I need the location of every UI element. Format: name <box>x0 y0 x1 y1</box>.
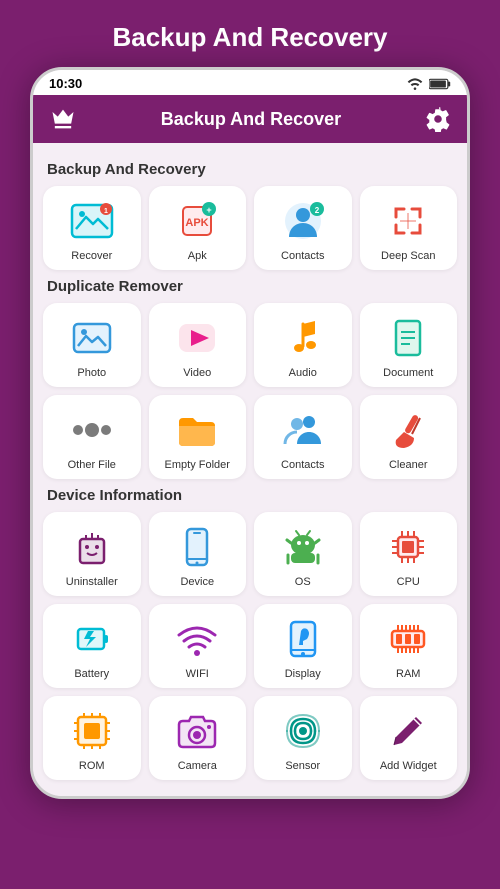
video-label: Video <box>183 367 211 379</box>
card-audio[interactable]: Audio <box>254 303 352 387</box>
battery-icon <box>69 616 115 662</box>
device-icon <box>174 524 220 570</box>
card-document[interactable]: Document <box>360 303 458 387</box>
card-os[interactable]: OS <box>254 512 352 596</box>
recover-icon: 1 <box>69 198 115 244</box>
section-label-duplicate: Duplicate Remover <box>47 278 453 295</box>
document-label: Document <box>383 367 433 379</box>
video-icon <box>174 315 220 361</box>
contacts2-icon <box>280 407 326 453</box>
card-add-widget[interactable]: Add Widget <box>360 696 458 780</box>
display-label: Display <box>285 668 321 680</box>
card-deep-scan[interactable]: Deep Scan <box>360 186 458 270</box>
section-device-info: Device Information <box>43 487 457 780</box>
audio-label: Audio <box>289 367 317 379</box>
cpu-icon <box>385 524 431 570</box>
card-uninstaller[interactable]: Uninstaller <box>43 512 141 596</box>
empty-folder-label: Empty Folder <box>165 459 230 471</box>
card-empty-folder[interactable]: Empty Folder <box>149 395 247 479</box>
svg-text:+: + <box>207 205 212 215</box>
card-display[interactable]: Display <box>254 604 352 688</box>
deep-scan-icon <box>385 198 431 244</box>
card-battery[interactable]: Battery <box>43 604 141 688</box>
card-cpu[interactable]: CPU <box>360 512 458 596</box>
battery-status-icon <box>429 78 451 90</box>
uninstaller-icon <box>69 524 115 570</box>
section-duplicate-remover: Duplicate Remover Photo <box>43 278 457 479</box>
section-label-device: Device Information <box>47 487 453 504</box>
os-icon <box>280 524 326 570</box>
rom-label: ROM <box>79 760 105 772</box>
empty-folder-icon <box>174 407 220 453</box>
card-other-file[interactable]: Other File <box>43 395 141 479</box>
photo-label: Photo <box>77 367 106 379</box>
card-apk[interactable]: APK + Apk <box>149 186 247 270</box>
sensor-label: Sensor <box>285 760 320 772</box>
photo-icon <box>69 315 115 361</box>
app-header: Backup And Recover <box>33 95 467 143</box>
card-photo[interactable]: Photo <box>43 303 141 387</box>
wifi-label: WIFI <box>186 668 209 680</box>
other-file-icon <box>69 407 115 453</box>
audio-icon <box>280 315 326 361</box>
gear-icon[interactable] <box>425 106 451 132</box>
crown-icon <box>49 105 77 133</box>
cpu-label: CPU <box>397 576 420 588</box>
card-contacts2[interactable]: Contacts <box>254 395 352 479</box>
ram-label: RAM <box>396 668 420 680</box>
status-icons <box>407 78 451 90</box>
wifi-icon <box>174 616 220 662</box>
card-wifi[interactable]: WIFI <box>149 604 247 688</box>
add-widget-label: Add Widget <box>380 760 437 772</box>
contacts-icon: 2 <box>280 198 326 244</box>
card-sensor[interactable]: Sensor <box>254 696 352 780</box>
svg-text:1: 1 <box>104 208 108 215</box>
wifi-status-icon <box>407 78 423 90</box>
contacts-label: Contacts <box>281 250 324 262</box>
svg-text:APK: APK <box>186 217 209 229</box>
cleaner-label: Cleaner <box>389 459 428 471</box>
card-video[interactable]: Video <box>149 303 247 387</box>
section-label-backup: Backup And Recovery <box>47 161 453 178</box>
card-device[interactable]: Device <box>149 512 247 596</box>
contacts2-label: Contacts <box>281 459 324 471</box>
camera-label: Camera <box>178 760 217 772</box>
battery-label: Battery <box>74 668 109 680</box>
grid-duplicate: Photo Video <box>43 303 457 479</box>
camera-icon <box>174 708 220 754</box>
document-icon <box>385 315 431 361</box>
os-label: OS <box>295 576 311 588</box>
card-cleaner[interactable]: Cleaner <box>360 395 458 479</box>
recover-label: Recover <box>71 250 112 262</box>
content-area: Backup And Recovery 1 <box>33 143 467 796</box>
rom-icon <box>69 708 115 754</box>
other-file-label: Other File <box>68 459 116 471</box>
card-ram[interactable]: RAM <box>360 604 458 688</box>
device-label: Device <box>180 576 214 588</box>
status-time: 10:30 <box>49 76 82 91</box>
grid-device: Uninstaller Device <box>43 512 457 780</box>
cleaner-icon <box>385 407 431 453</box>
apk-label: Apk <box>188 250 207 262</box>
svg-text:2: 2 <box>315 206 320 215</box>
deep-scan-label: Deep Scan <box>381 250 435 262</box>
add-widget-icon <box>385 708 431 754</box>
page-title: Backup And Recovery <box>102 0 397 67</box>
apk-icon: APK + <box>174 198 220 244</box>
ram-icon <box>385 616 431 662</box>
card-rom[interactable]: ROM <box>43 696 141 780</box>
uninstaller-label: Uninstaller <box>66 576 118 588</box>
status-bar: 10:30 <box>33 70 467 95</box>
app-header-title: Backup And Recover <box>161 109 341 130</box>
grid-backup: 1 Recover APK <box>43 186 457 270</box>
phone-frame: 10:30 Backup And Recover Backup And R <box>30 67 470 799</box>
card-contacts[interactable]: 2 Contacts <box>254 186 352 270</box>
display-icon <box>280 616 326 662</box>
sensor-icon <box>280 708 326 754</box>
card-camera[interactable]: Camera <box>149 696 247 780</box>
section-backup-recovery: Backup And Recovery 1 <box>43 161 457 270</box>
card-recover[interactable]: 1 Recover <box>43 186 141 270</box>
